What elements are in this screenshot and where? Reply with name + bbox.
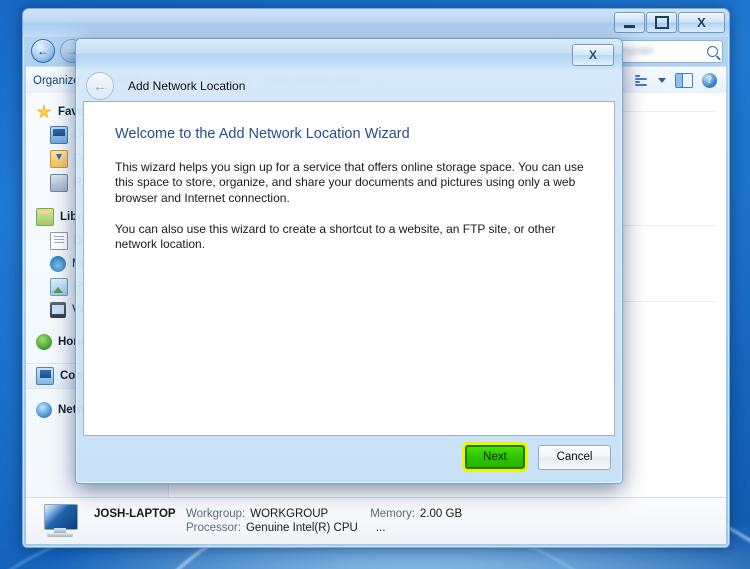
network-icon [36,402,52,418]
memory-label: Memory: [370,508,415,520]
documents-icon [50,232,68,250]
preview-pane-icon[interactable] [675,73,693,88]
computer-icon [36,367,54,385]
close-icon: X [697,15,706,30]
chevron-down-icon[interactable] [658,78,666,83]
explorer-titlebar: X [23,9,729,37]
wizard-footer: Next Cancel [83,437,615,477]
cancel-button[interactable]: Cancel [538,444,611,470]
pictures-icon [50,278,68,296]
monitor-base [47,533,73,537]
back-button[interactable]: ← [31,39,55,63]
libraries-icon [36,208,54,226]
desktop-icon [50,126,68,144]
processor-more: ... [375,522,386,534]
homegroup-icon [36,334,52,350]
details-row-2: Processor: Genuine Intel(R) CPU ... [94,522,462,534]
wizard-back-button[interactable]: ← [86,72,114,100]
computer-name: JOSH-LAPTOP [94,508,176,520]
wizard-heading: Welcome to the Add Network Location Wiza… [115,126,410,142]
workgroup-label: Workgroup: [186,508,246,520]
organize-button[interactable]: Organize [33,75,80,87]
recent-places-icon [50,174,68,192]
minimize-icon [624,24,635,28]
videos-icon [50,302,66,318]
wizard-title: Add Network Location [128,79,246,93]
help-icon[interactable]: ? [702,73,717,88]
minimize-button[interactable] [614,12,645,33]
wizard-nav-row: ← Add Network Location [76,69,622,103]
wizard-content-panel: Welcome to the Add Network Location Wiza… [83,101,615,436]
next-button[interactable]: Next [465,445,525,469]
wizard-paragraph-2: You can also use this wizard to create a… [115,222,556,252]
computer-details-fields: JOSH-LAPTOP Workgroup: WORKGROUP Memory:… [94,508,462,534]
computer-details-icon [40,504,80,538]
music-icon [50,256,66,272]
wizard-paragraph-1: This wizard helps you sign up for a serv… [115,160,584,205]
back-arrow-icon: ← [37,44,49,58]
monitor-screen [44,504,78,530]
maximize-icon [654,16,669,29]
processor-label: Processor: [186,522,241,534]
wizard-close-button[interactable]: X [572,44,614,66]
window-controls: X [614,12,725,33]
explorer-details-pane: JOSH-LAPTOP Workgroup: WORKGROUP Memory:… [26,497,726,544]
change-view-icon[interactable] [635,75,649,86]
add-network-location-wizard: X ← Add Network Location Welcome to the … [75,38,623,484]
wizard-titlebar: X [76,39,622,69]
close-button[interactable]: X [678,12,725,33]
star-icon [36,104,52,119]
search-icon [707,45,718,57]
back-arrow-icon: ← [93,78,107,94]
processor-value: Genuine Intel(R) CPU [245,522,358,534]
close-icon: X [588,48,597,62]
maximize-button[interactable] [646,12,677,33]
workgroup-value: WORKGROUP [250,508,329,520]
downloads-folder-icon [50,150,68,168]
details-row-1: JOSH-LAPTOP Workgroup: WORKGROUP Memory:… [94,508,462,520]
memory-value: 2.00 GB [419,508,463,520]
command-bar-icons: ? [635,73,719,88]
